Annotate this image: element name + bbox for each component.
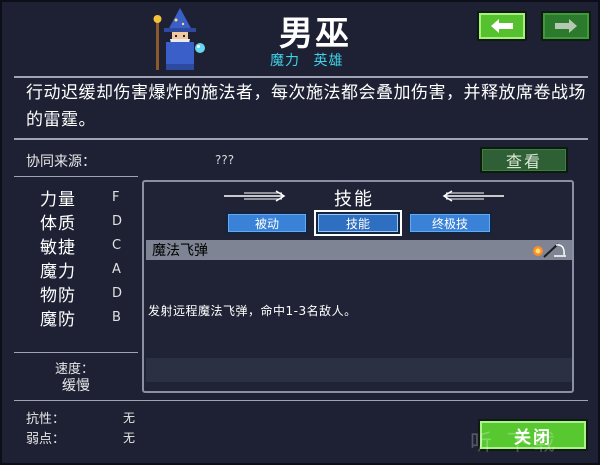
stat-name: 魔防 xyxy=(40,309,76,330)
skill-description: 发射远程魔法飞弹，命中1-3名敌人。 xyxy=(148,304,357,318)
view-synergy-button[interactable]: 查看 xyxy=(480,147,568,173)
stat-grade: A xyxy=(112,261,121,277)
stat-row: 魔防 B xyxy=(40,305,140,330)
character-tags: 魔力 英雄 xyxy=(270,50,390,70)
fire-orb-icon xyxy=(533,246,543,256)
weakness-label: 弱点： xyxy=(26,432,66,447)
arrow-right-icon xyxy=(555,19,577,33)
stat-row: 力量 F xyxy=(40,185,140,210)
prev-character-button[interactable] xyxy=(477,11,527,41)
decorative-arrow-icon xyxy=(442,190,504,202)
stat-name: 力量 xyxy=(40,189,76,210)
tag-magic: 魔力 xyxy=(270,53,300,69)
stat-grade: D xyxy=(112,285,123,301)
stat-grade: F xyxy=(112,189,120,205)
skill-name: 魔法飞弹 xyxy=(152,243,208,259)
skills-panel-title: 技能 xyxy=(334,189,374,210)
tab-ultimate[interactable]: 终极技 xyxy=(408,212,492,234)
skill-list-item[interactable]: 魔法飞弹 xyxy=(146,240,572,260)
stat-row: 物防 D xyxy=(40,281,140,306)
synergy-label: 协同来源： xyxy=(26,154,96,170)
wizard-portrait-icon xyxy=(153,8,205,70)
divider xyxy=(14,400,588,401)
stat-name: 物防 xyxy=(40,285,76,306)
stat-row: 敏捷 C xyxy=(40,233,140,258)
tag-hero: 英雄 xyxy=(313,53,344,69)
stat-grade: B xyxy=(112,309,121,325)
decorative-arrow-icon xyxy=(224,190,286,202)
stat-grade: C xyxy=(112,237,122,253)
stat-grade: D xyxy=(112,213,123,229)
panel-footer-band xyxy=(146,358,572,382)
divider xyxy=(14,352,138,353)
speed-value: 缓慢 xyxy=(62,378,90,394)
stat-name: 敏捷 xyxy=(40,237,76,258)
synergy-value: ??? xyxy=(215,153,235,167)
stat-name: 体质 xyxy=(40,213,76,234)
tab-skills[interactable]: 技能 xyxy=(314,210,402,236)
character-name: 男巫 xyxy=(279,14,351,54)
watermark: 听 下载 xyxy=(470,431,559,456)
next-character-button[interactable] xyxy=(541,11,591,41)
wand-icon xyxy=(543,243,566,258)
tab-passive[interactable]: 被动 xyxy=(226,212,308,234)
stat-row: 体质 D xyxy=(40,209,140,234)
resistance-label: 抗性： xyxy=(26,412,66,427)
resistance-value: 无 xyxy=(123,411,136,425)
skills-panel: 技能 被动 技能 终极技 魔法飞弹 发射远程魔法飞弹，命中1-3名敌人。 xyxy=(142,180,574,393)
character-description: 行动迟缓却伤害爆炸的施法者，每次施法都会叠加伤害，并释放席卷战场的雷霆。 xyxy=(26,83,586,130)
arrow-left-icon xyxy=(491,19,513,33)
divider xyxy=(14,176,138,177)
stats-list: 力量 F 体质 D 敏捷 C 魔力 A 物防 D 魔防 B xyxy=(40,185,140,330)
divider xyxy=(14,76,588,78)
skill-element-icons xyxy=(533,243,566,258)
weakness-value: 无 xyxy=(123,431,136,445)
divider xyxy=(14,138,588,140)
stat-name: 魔力 xyxy=(40,261,76,282)
stat-row: 魔力 A xyxy=(40,257,140,282)
